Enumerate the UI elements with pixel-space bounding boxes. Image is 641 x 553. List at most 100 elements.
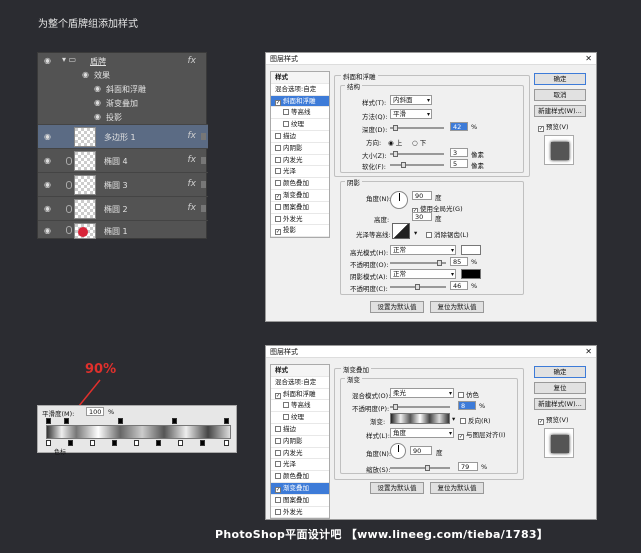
sidebar-item[interactable]: 内阴影 [271,436,329,448]
reverse-checkbox[interactable]: 反向(R) [460,415,491,425]
highlight-opacity-slider[interactable] [390,260,446,266]
layer-row[interactable]: ◉ 椭圆 1 [38,220,208,239]
checkbox[interactable] [275,449,281,456]
contour-picker[interactable] [392,223,410,239]
sidebar-item[interactable]: 描边 [271,131,329,143]
sidebar-item[interactable]: 纹理 [271,412,329,424]
sidebar-item[interactable]: 等高线 [271,400,329,413]
checkbox[interactable]: ✓ [275,99,281,106]
eye-icon[interactable]: ◉ [82,70,91,79]
color-stop[interactable] [46,440,51,446]
sidebar-item[interactable]: 图案叠加 [271,495,329,507]
sidebar-item[interactable]: 混合选项:自定 [271,377,329,389]
checkbox[interactable] [275,437,281,444]
checkbox[interactable] [283,414,289,421]
effects-row[interactable]: ◉ 效果 [38,69,208,81]
color-stop[interactable] [156,440,161,446]
checkbox[interactable] [275,508,281,515]
effect-row[interactable]: ◉ 渐变叠加 [38,97,208,109]
eye-icon[interactable]: ◉ [44,156,53,165]
layer-group-row[interactable]: ◉ ▾ ▭ 盾牌 fx [38,55,208,67]
smoothness-input[interactable]: 100 [86,407,104,416]
shadow-mode-select[interactable]: 正常 [390,269,456,279]
scale-input[interactable]: 79 [458,462,478,471]
new-style-button[interactable]: 新建样式(W)... [534,105,586,117]
sidebar-item[interactable]: 样式 [271,365,329,377]
fx-icon[interactable]: fx [188,155,197,165]
size-slider[interactable] [390,151,444,157]
dither-checkbox[interactable]: 仿色 [458,389,479,399]
checkbox[interactable] [275,203,281,210]
sidebar-item[interactable]: 外发光 [271,507,329,519]
checkbox[interactable] [275,156,281,163]
angle-dial[interactable] [390,443,406,459]
sidebar-item[interactable]: 等高线 [271,107,329,120]
opacity-input[interactable]: 8 [458,401,476,410]
sidebar-item[interactable]: 样式 [271,72,329,84]
color-stop[interactable] [134,440,139,446]
angle-input[interactable]: 90 [412,191,432,200]
direction-down-radio[interactable]: ○ 下 [412,137,426,147]
checkbox[interactable] [275,144,281,151]
layer-row[interactable]: ◉ 椭圆 4 fx [38,148,208,172]
color-stop[interactable] [224,440,229,446]
checkbox[interactable] [275,215,281,222]
anti-alias-checkbox[interactable]: 消除锯齿(L) [426,229,469,239]
ok-button[interactable]: 确定 [534,366,586,378]
reset-button[interactable]: 复位 [534,382,586,394]
sidebar-item[interactable]: ✓ 斜面和浮雕 [271,95,329,108]
gradient-bar[interactable] [46,425,231,439]
eye-icon[interactable]: ◉ [94,84,103,93]
blend-mode-select[interactable]: 柔光 [390,388,454,398]
preview-checkbox[interactable]: ✓ 预览(V) [538,414,569,425]
checkbox[interactable] [275,132,281,139]
opacity-slider[interactable] [390,404,450,410]
shadow-opacity-input[interactable]: 46 [450,281,468,290]
align-layer-checkbox[interactable]: ✓ 与图层对齐(I) [458,429,506,440]
fx-icon[interactable]: fx [188,56,197,66]
fx-icon[interactable]: fx [188,131,197,141]
checkbox[interactable] [275,180,281,187]
color-stop[interactable] [112,440,117,446]
fx-icon[interactable]: fx [188,203,197,213]
altitude-input[interactable]: 30 [412,212,432,221]
expand-arrow-icon[interactable] [201,205,206,212]
sidebar-item[interactable]: 内阴影 [271,143,329,155]
opacity-stop[interactable] [64,418,69,424]
checkbox[interactable] [283,402,289,409]
reset-default-button[interactable]: 复位为默认值 [430,482,484,494]
sidebar-item[interactable]: ✓ 渐变叠加 [271,482,329,495]
eye-icon[interactable]: ◉ [44,204,53,213]
size-input[interactable]: 3 [450,148,468,157]
gradient-swatch[interactable] [390,413,450,424]
fx-icon[interactable]: fx [188,179,197,189]
gradient-style-select[interactable]: 角度 [390,428,454,438]
checkbox[interactable]: ✓ [275,392,281,399]
chevron-down-icon[interactable]: ▾ [414,229,417,237]
sidebar-item[interactable]: ✓ 渐变叠加 [271,190,329,202]
style-select[interactable]: 内斜面 [390,95,432,105]
opacity-stop[interactable] [118,418,123,424]
highlight-mode-select[interactable]: 正常 [390,245,456,255]
color-stop[interactable] [200,440,205,446]
make-default-button[interactable]: 设置为默认值 [370,301,424,313]
sidebar-item[interactable]: 颜色叠加 [271,178,329,190]
cancel-button[interactable]: 取消 [534,89,586,101]
reset-default-button[interactable]: 复位为默认值 [430,301,484,313]
sidebar-item[interactable]: 描边 [271,424,329,436]
effect-row[interactable]: ◉ 投影 [38,111,208,123]
sidebar-item[interactable]: 图案叠加 [271,202,329,214]
chevron-down-icon[interactable]: ▾ [452,415,455,423]
checkbox[interactable]: ✓ [275,486,281,493]
effect-row[interactable]: ◉ 斜面和浮雕 [38,83,208,95]
sidebar-item[interactable]: 外发光 [271,214,329,226]
new-style-button[interactable]: 新建样式(W)... [534,398,586,410]
shadow-opacity-slider[interactable] [390,284,446,290]
sidebar-item[interactable]: ✓ 斜面和浮雕 [271,389,329,401]
scale-slider[interactable] [390,465,450,471]
sidebar-item[interactable]: ✓ 投影 [271,225,329,238]
color-stop[interactable] [178,440,183,446]
eye-icon[interactable]: ◉ [94,98,103,107]
soften-input[interactable]: 5 [450,159,468,168]
checkbox[interactable]: ✓ [275,193,281,200]
